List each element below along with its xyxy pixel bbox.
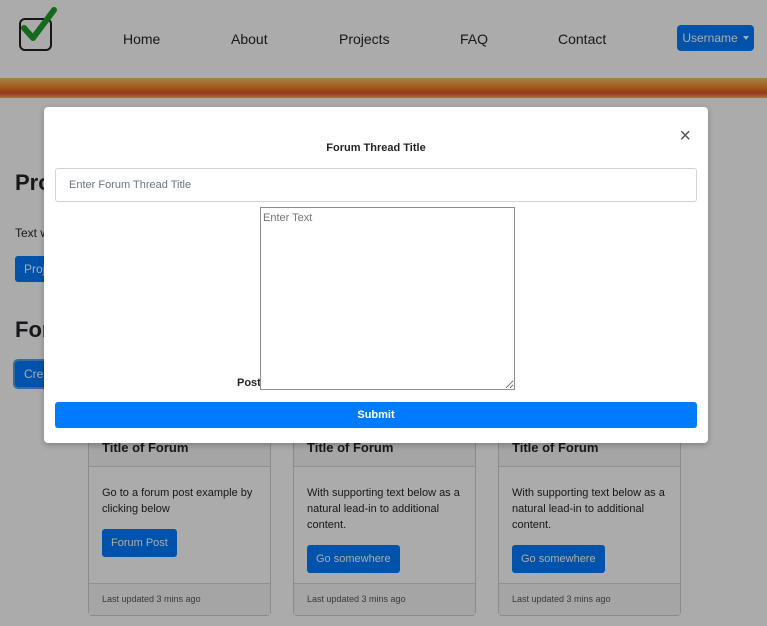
thread-title-input[interactable] [55,168,697,202]
thread-title-label: Forum Thread Title [326,142,426,154]
post-label: Post [237,377,261,389]
submit-button[interactable]: Submit [55,402,697,428]
new-thread-modal: × Forum Thread Title Post Submit [44,107,708,443]
post-textarea[interactable] [260,207,515,390]
